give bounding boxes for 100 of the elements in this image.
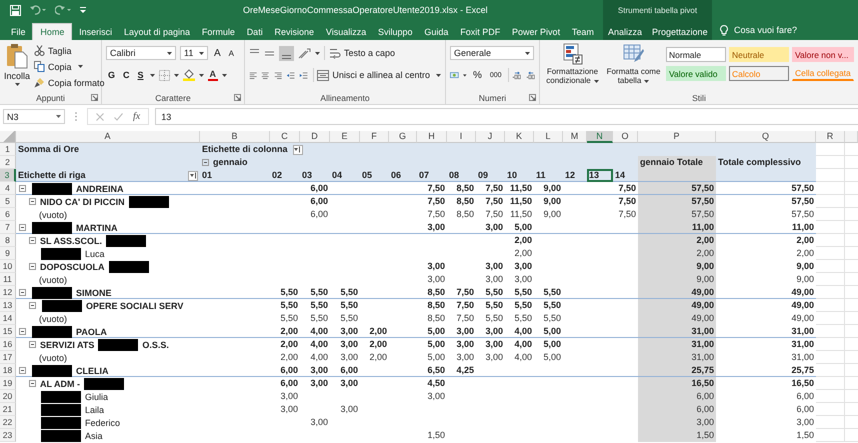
- column-header[interactable]: K: [505, 131, 534, 143]
- cell-style[interactable]: Neutrale: [729, 47, 789, 62]
- ribbon-tab[interactable]: Inserisci: [74, 23, 118, 40]
- decrease-decimal-icon[interactable]: [526, 70, 535, 80]
- row-header[interactable]: 11: [0, 273, 16, 286]
- align-center-icon[interactable]: [261, 70, 270, 80]
- row-header[interactable]: 8: [0, 234, 16, 247]
- paste-button[interactable]: Incolla: [4, 43, 30, 91]
- increase-indent-icon[interactable]: [299, 70, 309, 80]
- copy-button[interactable]: Copia: [34, 60, 105, 73]
- border-icon[interactable]: [158, 70, 170, 80]
- ribbon-tab[interactable]: Revisione: [270, 23, 320, 40]
- ribbon-tab[interactable]: Home: [32, 23, 72, 40]
- row-header[interactable]: 19: [0, 377, 16, 390]
- row-header[interactable]: 18: [0, 364, 16, 377]
- collapse-icon[interactable]: [29, 198, 36, 205]
- collapse-icon[interactable]: [202, 159, 209, 166]
- italic-button[interactable]: C: [121, 70, 132, 80]
- column-header[interactable]: G: [389, 131, 417, 143]
- column-header[interactable]: M: [563, 131, 587, 143]
- number-format-select[interactable]: Generale: [450, 46, 534, 60]
- format-as-table-button[interactable]: Formatta come tabella: [605, 43, 662, 92]
- ribbon-tab[interactable]: Guida: [419, 23, 454, 40]
- customize-toolbar-icon[interactable]: [80, 7, 86, 13]
- ribbon-tab[interactable]: Formule: [196, 23, 240, 40]
- column-header[interactable]: J: [476, 131, 505, 143]
- row-header[interactable]: 23: [0, 429, 16, 442]
- align-right-icon[interactable]: [274, 70, 282, 80]
- filter-button[interactable]: [188, 170, 198, 180]
- row-header[interactable]: 20: [0, 390, 16, 403]
- column-header[interactable]: D: [300, 131, 330, 143]
- cell-style[interactable]: Normale: [666, 47, 726, 62]
- grow-font-button[interactable]: A: [212, 48, 223, 58]
- font-family-select[interactable]: Calibri: [106, 46, 176, 60]
- column-header[interactable]: I: [447, 131, 476, 143]
- save-icon[interactable]: [10, 4, 21, 16]
- column-header[interactable]: F: [360, 131, 389, 143]
- collapse-icon[interactable]: [29, 341, 36, 348]
- wrap-text-button[interactable]: Testo a capo: [329, 46, 396, 60]
- column-header[interactable]: Q: [716, 131, 816, 143]
- column-header[interactable]: C: [270, 131, 300, 143]
- decrease-indent-icon[interactable]: [286, 70, 296, 80]
- column-header[interactable]: R: [816, 131, 845, 143]
- conditional-formatting-button[interactable]: Formattazione condizionale: [544, 43, 601, 92]
- ribbon-tab[interactable]: Progettazione: [647, 23, 713, 40]
- column-header[interactable]: O: [613, 131, 638, 143]
- dialog-launcher-icon[interactable]: [91, 94, 98, 101]
- collapse-icon[interactable]: [19, 185, 26, 192]
- tell-me-search[interactable]: Cosa vuoi fare?: [734, 20, 798, 40]
- column-header[interactable]: E: [330, 131, 360, 143]
- align-bottom-icon[interactable]: [279, 46, 294, 60]
- text-orientation-icon[interactable]: [298, 48, 311, 58]
- ribbon-tab[interactable]: File: [6, 23, 31, 40]
- row-header[interactable]: 7: [0, 221, 16, 234]
- collapse-icon[interactable]: [29, 302, 36, 309]
- row-header[interactable]: 14: [0, 312, 16, 325]
- cell-style[interactable]: Valore non v...: [792, 47, 854, 62]
- insert-function-button[interactable]: fx: [133, 111, 140, 122]
- ribbon-tab[interactable]: Analizza: [603, 23, 648, 40]
- ribbon-tab[interactable]: Layout di pagina: [118, 23, 196, 40]
- fill-color-icon[interactable]: [182, 69, 195, 81]
- redo-icon[interactable]: [55, 5, 71, 15]
- collapse-icon[interactable]: [19, 367, 26, 374]
- name-box[interactable]: N3: [3, 109, 65, 124]
- collapse-icon[interactable]: [19, 224, 26, 231]
- row-header[interactable]: 6: [0, 208, 16, 221]
- bold-button[interactable]: G: [106, 70, 118, 80]
- currency-icon[interactable]: [450, 70, 460, 80]
- cut-button[interactable]: Taglia: [34, 44, 105, 57]
- align-left-icon[interactable]: [249, 70, 258, 80]
- row-header[interactable]: 9: [0, 247, 16, 260]
- ribbon-tab[interactable]: Foxit PDF: [455, 23, 506, 40]
- increase-decimal-icon[interactable]: [512, 70, 522, 80]
- collapse-icon[interactable]: [19, 328, 26, 335]
- row-header[interactable]: 16: [0, 338, 16, 351]
- column-header[interactable]: N: [587, 131, 613, 143]
- column-header[interactable]: B: [200, 131, 270, 143]
- underline-button[interactable]: S: [136, 70, 146, 80]
- dialog-launcher-icon[interactable]: [529, 94, 536, 101]
- column-header[interactable]: L: [534, 131, 563, 143]
- row-header[interactable]: 13: [0, 299, 16, 312]
- merge-center-button[interactable]: Unisci e allinea al centro: [317, 68, 441, 82]
- column-header[interactable]: P: [638, 131, 716, 143]
- shrink-font-button[interactable]: A: [226, 48, 236, 58]
- format-painter-button[interactable]: Copia formato: [34, 76, 105, 89]
- row-header[interactable]: 21: [0, 403, 16, 416]
- row-header[interactable]: 3: [0, 169, 16, 182]
- row-header[interactable]: 4: [0, 182, 16, 195]
- row-header[interactable]: 12: [0, 286, 16, 299]
- ribbon-tab[interactable]: Visualizza: [320, 23, 372, 40]
- row-header[interactable]: 22: [0, 416, 16, 429]
- ribbon-tab[interactable]: Team: [566, 23, 599, 40]
- collapse-icon[interactable]: [29, 380, 36, 387]
- font-color-button[interactable]: A: [208, 70, 218, 80]
- ribbon-tab[interactable]: Dati: [242, 23, 268, 40]
- formula-field[interactable]: 13: [155, 108, 858, 125]
- dialog-launcher-icon[interactable]: [234, 94, 241, 101]
- font-size-select[interactable]: 11: [180, 46, 208, 60]
- cell-style[interactable]: Valore valido: [666, 66, 726, 81]
- column-header[interactable]: H: [417, 131, 447, 143]
